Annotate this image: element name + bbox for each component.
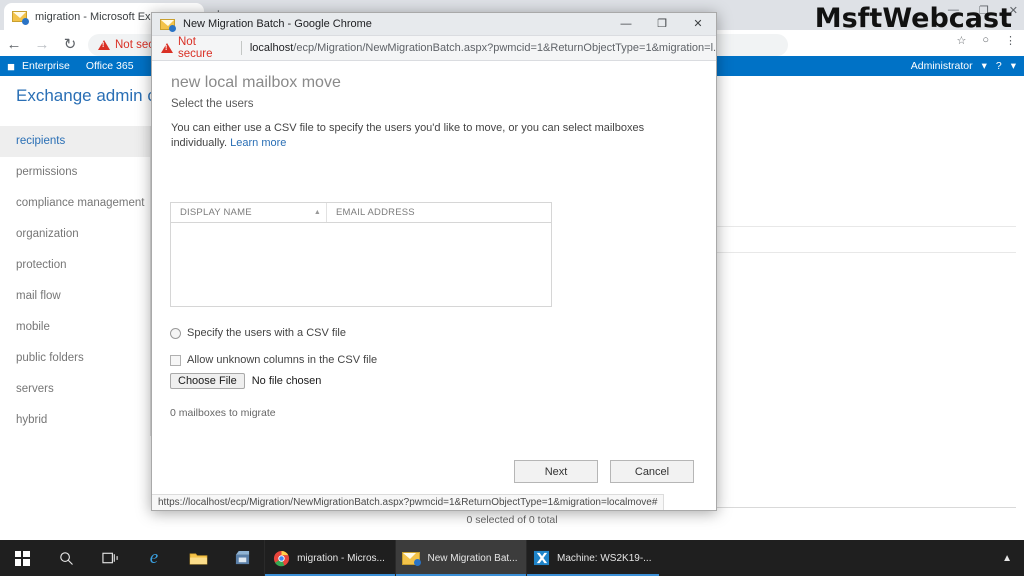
warning-triangle-icon [161,43,173,53]
folder-icon [189,552,207,564]
popup-not-secure-label: Not secure [178,36,213,60]
taskbar-app-migration[interactable]: migration - Micros... [264,540,395,576]
selection-status: 0 selected of 0 total [466,514,558,526]
store-button[interactable] [220,540,264,576]
envelope-icon [402,551,422,566]
sidebar-item-mail-flow[interactable]: mail flow [0,281,150,312]
popup-maximize-button[interactable]: ❐ [644,13,680,36]
taskbar-app-new-migration-batch-label: New Migration Bat... [427,552,518,564]
suite-link-enterprise[interactable]: Enterprise [22,60,70,72]
grid-column-display-name[interactable]: DISPLAY NAME ▲ [171,203,327,222]
taskbar-app-new-migration-batch[interactable]: New Migration Bat... [395,540,526,576]
sidebar-item-hybrid[interactable]: hybrid [0,405,150,436]
account-menu-label[interactable]: Administrator [911,60,973,72]
taskbar-app-machine[interactable]: Machine: WS2K19-... [526,540,660,576]
screen: migration - Microsoft Exchange ✕ + ← → ↻… [0,0,1024,576]
dialog-subheading: Select the users [171,98,254,110]
suite-link-office365[interactable]: Office 365 [86,60,134,72]
sidebar-item-recipients[interactable]: recipients [0,126,150,157]
bookmark-star-icon[interactable]: ☆ [956,34,966,47]
sidebar-nav: recipients permissions compliance manage… [0,126,150,436]
envelope-icon [160,18,176,32]
task-view-button[interactable] [88,540,132,576]
sidebar-item-organization[interactable]: organization [0,219,150,250]
system-tray: ▲ [1002,540,1024,576]
chevron-down-icon[interactable]: ▾ [982,60,987,72]
office-logo-icon[interactable]: ■ [0,60,22,73]
help-chevron-down-icon[interactable]: ▾ [1011,60,1016,72]
popup-url-bar: Not secure localhost/ecp/Migration/NewMi… [152,36,716,61]
popup-close-button[interactable]: ✕ [680,13,716,36]
show-hidden-icons-button[interactable]: ▲ [1002,553,1012,564]
grid-header-row: DISPLAY NAME ▲ EMAIL ADDRESS [171,203,551,223]
watermark: MsftWebcast [814,3,1012,34]
sort-ascending-icon: ▲ [313,209,321,216]
task-view-icon [101,552,118,564]
popup-title-bar[interactable]: New Migration Batch - Google Chrome — ❐ … [152,13,716,36]
page-title: Exchange admin ce [16,86,166,105]
sidebar-item-permissions[interactable]: permissions [0,157,150,188]
status-bar-url: https://localhost/ecp/Migration/NewMigra… [152,494,665,510]
sidebar-item-mobile[interactable]: mobile [0,312,150,343]
url-path: /ecp/Migration/NewMigrationBatch.aspx?pw… [293,42,716,54]
help-icon[interactable]: ? [996,60,1002,72]
sidebar-item-compliance-management[interactable]: compliance management [0,188,150,219]
taskbar-app-migration-label: migration - Micros... [297,552,385,564]
popup-minimize-button[interactable]: — [608,13,644,36]
internet-explorer-button[interactable]: e [132,540,176,576]
popup-window-title: New Migration Batch - Google Chrome [183,18,372,30]
internet-explorer-icon: e [149,547,159,568]
browser-toolbar-extras: ☆ ○ ⋮ [956,34,1016,47]
sidebar-item-servers[interactable]: servers [0,374,150,405]
users-grid: DISPLAY NAME ▲ EMAIL ADDRESS [170,202,552,307]
windows-logo-icon [14,550,30,566]
warning-triangle-icon [98,40,110,50]
taskbar: e migration - Micros... New Migration Ba… [0,540,1024,576]
back-button[interactable]: ← [0,36,28,53]
url-separator [240,41,242,55]
sidebar-item-public-folders[interactable]: public folders [0,343,150,374]
file-explorer-button[interactable] [176,540,220,576]
sidebar-item-protection[interactable]: protection [0,250,150,281]
search-button[interactable] [44,540,88,576]
hyperv-icon [533,550,550,566]
search-icon [59,551,73,565]
grid-column-email-address[interactable]: EMAIL ADDRESS [327,207,415,218]
chrome-icon [274,550,290,566]
taskbar-app-machine-label: Machine: WS2K19-... [557,552,652,564]
grid-column-display-name-label: DISPLAY NAME [180,207,252,218]
reload-button[interactable]: ↻ [56,36,84,53]
profile-icon[interactable]: ○ [982,34,989,47]
envelope-icon [12,10,29,25]
menu-icon[interactable]: ⋮ [1005,34,1016,47]
store-icon [235,550,249,565]
learn-more-link[interactable]: Learn more [230,137,286,149]
url-host: localhost [249,42,294,54]
start-button[interactable] [0,540,44,576]
dialog-description: You can either use a CSV file to specify… [171,121,696,151]
dialog-heading: new local mailbox move [171,74,341,91]
grid-column-email-address-label: EMAIL ADDRESS [336,207,415,218]
forward-button[interactable]: → [28,36,56,53]
